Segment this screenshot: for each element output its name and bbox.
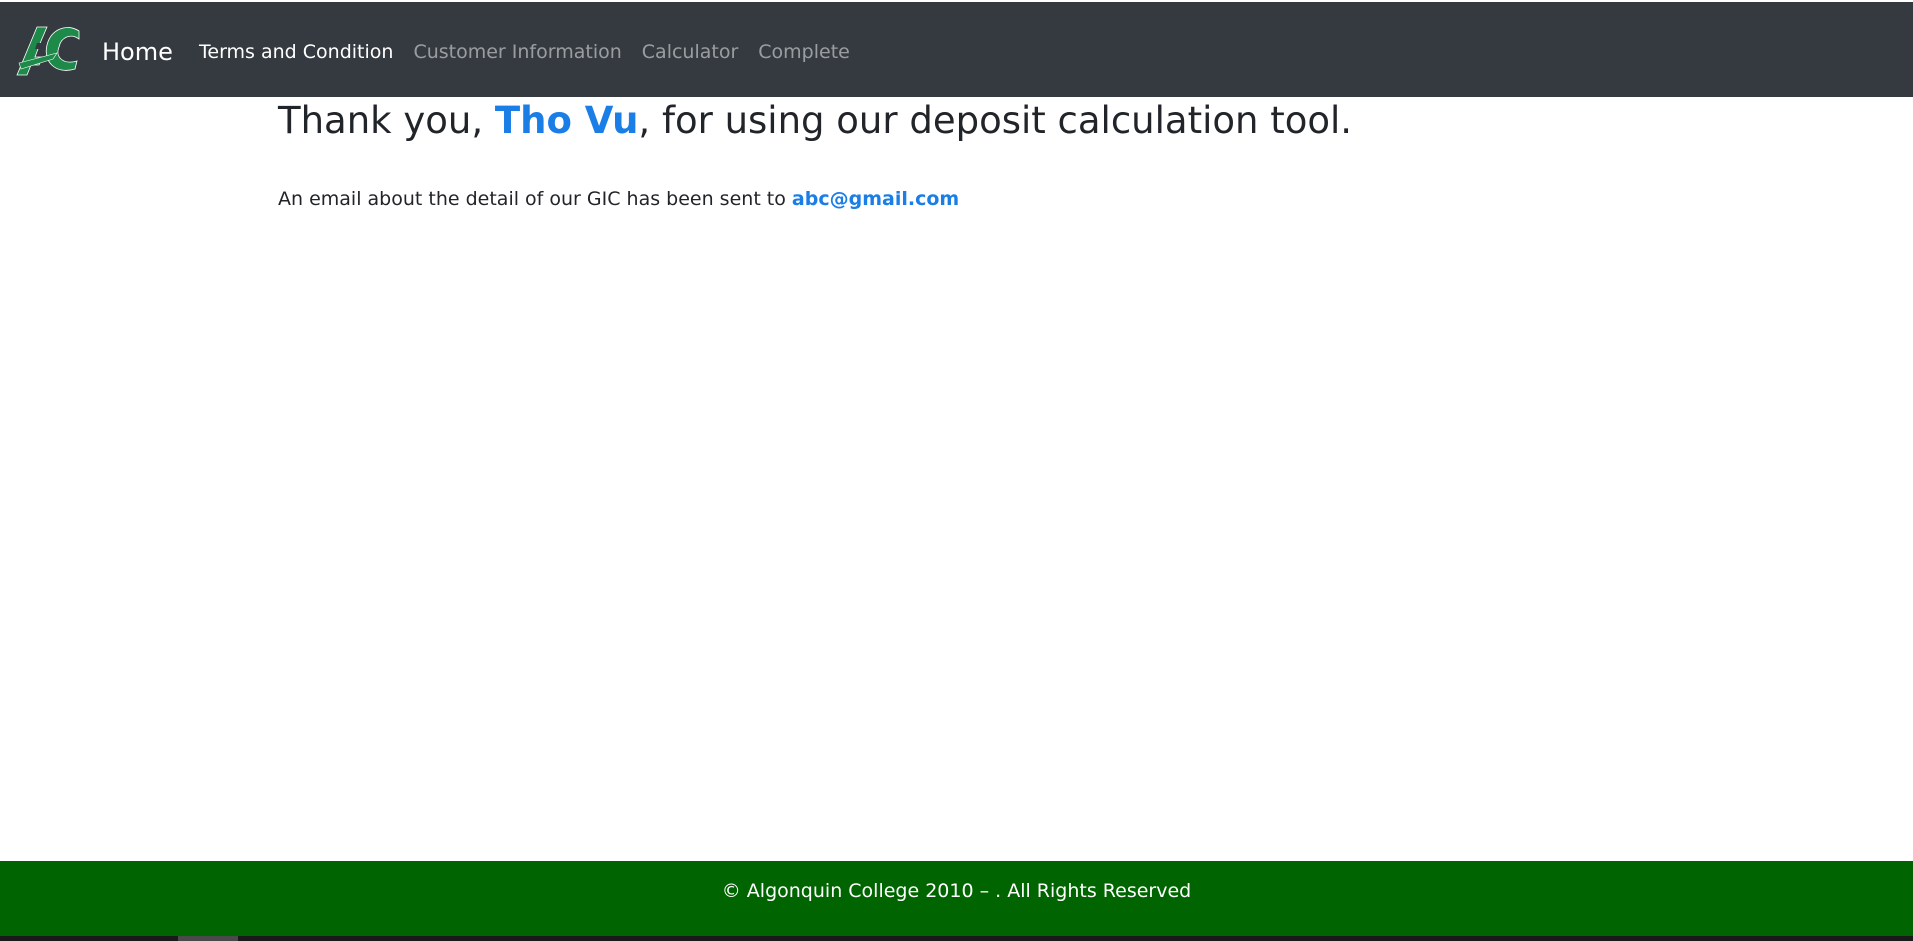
bottom-bar: [0, 936, 1913, 941]
footer: © Algonquin College 2010 – . All Rights …: [0, 861, 1913, 936]
nav-customer-information[interactable]: Customer Information: [413, 40, 621, 64]
customer-email: abc@gmail.com: [791, 188, 960, 210]
top-navbar: Home Terms and Condition Customer Inform…: [0, 2, 1913, 97]
tab-indicator: [178, 936, 238, 941]
customer-name: Tho Vu: [494, 99, 639, 142]
headline-suffix: , for using our deposit calculation tool…: [638, 99, 1353, 142]
algonquin-logo-icon[interactable]: [13, 23, 83, 77]
headline-prefix: Thank you,: [278, 99, 495, 142]
thank-you-headline: Thank you, Tho Vu, for using our deposit…: [278, 96, 1352, 146]
nav-complete[interactable]: Complete: [758, 40, 850, 64]
main-content: Thank you, Tho Vu, for using our deposit…: [278, 96, 1352, 210]
nav-calculator[interactable]: Calculator: [642, 40, 738, 64]
home-link[interactable]: Home: [102, 38, 173, 66]
copyright-text: © Algonquin College 2010 – . All Rights …: [721, 880, 1192, 902]
email-prefix: An email about the detail of our GIC has…: [278, 188, 792, 210]
email-confirmation-text: An email about the detail of our GIC has…: [278, 186, 959, 212]
page: Home Terms and Condition Customer Inform…: [0, 0, 1913, 941]
nav-links: Terms and Condition Customer Information…: [199, 40, 870, 64]
nav-terms-and-condition[interactable]: Terms and Condition: [199, 40, 393, 64]
